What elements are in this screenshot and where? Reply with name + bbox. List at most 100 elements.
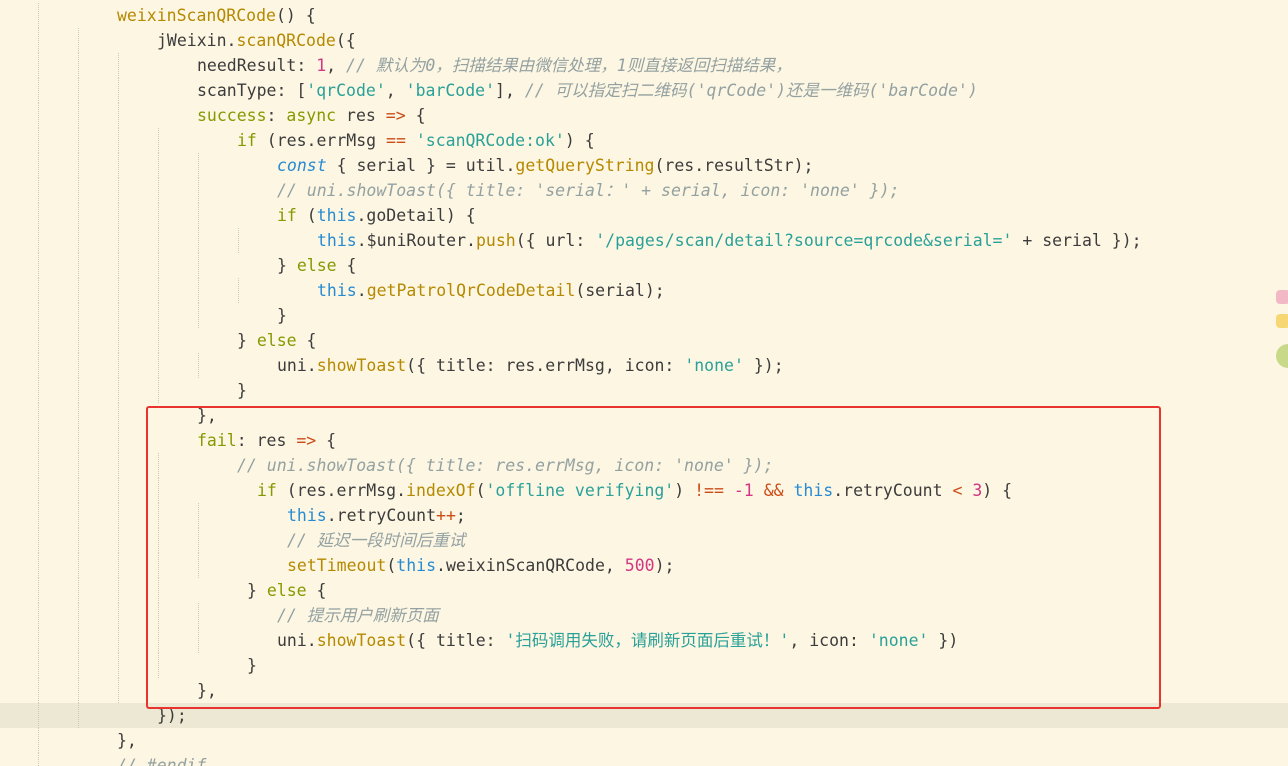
- indent-guide: [38, 628, 39, 653]
- indent-guide: [238, 228, 239, 253]
- code-token-prop: success: [197, 106, 267, 125]
- indent-guide: [158, 228, 159, 253]
- indent-guide: [38, 278, 39, 303]
- code-token-cm: // #endif: [117, 756, 207, 766]
- code-token-op: =>: [385, 106, 406, 125]
- indent-guide: [38, 553, 39, 578]
- indent-guide: [78, 203, 79, 228]
- code-token-kw: async: [286, 106, 337, 125]
- indent-guide: [118, 103, 119, 128]
- code-line[interactable]: if (this.goDetail) {: [0, 203, 1288, 228]
- code-token-plain: ],: [495, 81, 525, 100]
- indent-guide: [78, 53, 79, 78]
- indent-guide: [198, 228, 199, 253]
- indent-guide: [158, 203, 159, 228]
- indent-guide: [238, 278, 239, 303]
- code-line[interactable]: const { serial } = util.getQueryString(r…: [0, 153, 1288, 178]
- indent-guide: [78, 528, 79, 553]
- indent-guide: [38, 203, 39, 228]
- indent-guide: [158, 378, 159, 403]
- code-text: const { serial } = util.getQueryString(r…: [277, 153, 813, 178]
- indent-guide: [38, 253, 39, 278]
- code-token-plain: :: [266, 106, 287, 125]
- indent-guide: [78, 453, 79, 478]
- code-token-plain: {: [336, 256, 357, 275]
- code-token-const: const: [277, 156, 327, 175]
- indent-guide: [38, 103, 39, 128]
- indent-guide: [198, 178, 199, 203]
- code-line[interactable]: }: [0, 378, 1288, 403]
- indent-guide: [38, 303, 39, 328]
- indent-guide: [118, 303, 119, 328]
- code-line[interactable]: }: [0, 303, 1288, 328]
- code-token-str: 'qrCode': [306, 81, 386, 100]
- code-token-op: ==: [386, 131, 406, 150]
- indent-guide: [38, 478, 39, 503]
- code-text: this.$uniRouter.push({ url: '/pages/scan…: [317, 228, 1142, 253]
- code-line[interactable]: this.getPatrolQrCodeDetail(serial);: [0, 278, 1288, 303]
- code-text: scanType: ['qrCode', 'barCode'], // 可以指定…: [197, 78, 978, 103]
- code-token-plain: { serial } = util.: [326, 156, 516, 175]
- code-token-plain: ) {: [564, 131, 595, 150]
- code-token-fn: push: [475, 231, 516, 250]
- indent-guide: [118, 178, 119, 203]
- code-token-plain: ,: [326, 56, 347, 75]
- indent-guide: [38, 428, 39, 453]
- code-line[interactable]: } else {: [0, 253, 1288, 278]
- code-token-cm: // 默认为0，扫描结果由微信处理，1则直接返回扫描结果，: [346, 56, 792, 75]
- indent-guide: [78, 428, 79, 453]
- indent-guide: [78, 178, 79, 203]
- indent-guide: [38, 403, 39, 428]
- indent-guide: [78, 303, 79, 328]
- code-token-kw: else: [256, 331, 297, 350]
- code-text: weixinScanQRCode() {: [117, 3, 316, 28]
- code-token-plain: {: [296, 331, 317, 350]
- code-line[interactable]: if (res.errMsg == 'scanQRCode:ok') {: [0, 128, 1288, 153]
- code-line[interactable]: // #endif: [0, 753, 1288, 766]
- code-token-fn: showToast: [316, 356, 407, 375]
- indent-guide: [118, 278, 119, 303]
- code-text: this.getPatrolQrCodeDetail(serial);: [317, 278, 665, 303]
- code-token-num: 1: [316, 56, 327, 75]
- code-token-fn: getPatrolQrCodeDetail: [366, 281, 576, 300]
- code-line[interactable]: jWeixin.scanQRCode({: [0, 28, 1288, 53]
- indent-guide: [118, 678, 119, 703]
- code-token-plain: (res.errMsg: [256, 131, 387, 150]
- code-line[interactable]: },: [0, 728, 1288, 753]
- indent-guide: [158, 153, 159, 178]
- code-token-plain: ({ title: res.errMsg, icon:: [406, 356, 685, 375]
- code-line[interactable]: } else {: [0, 328, 1288, 353]
- code-token-plain: scanType: [: [197, 81, 307, 100]
- code-token-plain: uni.: [277, 356, 317, 375]
- indent-guide: [78, 278, 79, 303]
- indent-guide: [78, 653, 79, 678]
- code-line[interactable]: success: async res => {: [0, 103, 1288, 128]
- code-line[interactable]: this.$uniRouter.push({ url: '/pages/scan…: [0, 228, 1288, 253]
- code-line[interactable]: uni.showToast({ title: res.errMsg, icon:…: [0, 353, 1288, 378]
- code-token-plain: ({ url:: [515, 231, 596, 250]
- indent-guide: [38, 3, 39, 28]
- indent-guide: [198, 153, 199, 178]
- annotation-highlight-box: [146, 406, 1161, 709]
- indent-guide: [198, 253, 199, 278]
- indent-guide: [38, 728, 39, 753]
- code-token-fn: getQueryString: [515, 156, 655, 175]
- code-token-plain: .: [356, 281, 367, 300]
- indent-guide: [38, 153, 39, 178]
- code-line[interactable]: needResult: 1, // 默认为0，扫描结果由微信处理，1则直接返回扫…: [0, 53, 1288, 78]
- code-token-this: this: [316, 206, 357, 225]
- indent-guide: [198, 203, 199, 228]
- sticker-icon: [1276, 290, 1288, 304]
- code-token-str: 'barCode': [405, 81, 496, 100]
- code-token-kw: if: [277, 206, 297, 225]
- code-line[interactable]: // uni.showToast({ title: 'serial：' + se…: [0, 178, 1288, 203]
- code-token-plain: }: [277, 256, 297, 275]
- code-line[interactable]: weixinScanQRCode() {: [0, 3, 1288, 28]
- code-line[interactable]: scanType: ['qrCode', 'barCode'], // 可以指定…: [0, 78, 1288, 103]
- indent-guide: [78, 253, 79, 278]
- code-text: }: [277, 303, 287, 328]
- indent-guide: [118, 478, 119, 503]
- code-editor[interactable]: weixinScanQRCode() {jWeixin.scanQRCode({…: [0, 0, 1288, 766]
- indent-guide: [78, 28, 79, 53]
